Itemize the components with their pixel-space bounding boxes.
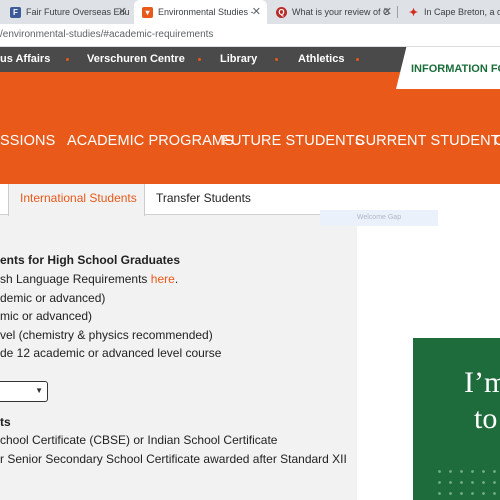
utility-link-library[interactable]: Library (220, 53, 257, 65)
tab-title: What is your review of C (292, 7, 390, 17)
site-favicon-icon: ▾ (142, 6, 153, 18)
requirement-line: vel (chemistry & physics recommended) (0, 328, 213, 342)
separator-dot (356, 58, 359, 61)
dot-pattern-decoration (434, 466, 500, 500)
site-favicon-icon: F (10, 6, 21, 18)
tab-label: International Students (20, 191, 137, 205)
nav-current-students[interactable]: CURRENT STUDENTS (355, 133, 500, 149)
promo-line-1: I’m (464, 366, 500, 399)
english-requirements-line: sh Language Requirements here. (0, 272, 178, 286)
english-requirements-text: sh Language Requirements (0, 272, 151, 286)
requirement-line: chool Certificate (CBSE) or Indian Schoo… (0, 433, 278, 447)
section-heading: ts (0, 415, 11, 429)
tab-separator (397, 6, 398, 18)
faded-overlay-text: Welcome Gap (320, 210, 438, 226)
browser-tab-quora[interactable]: Q What is your review of C ✕ (268, 0, 398, 24)
nav-future-students[interactable]: FUTURE STUDENTS (222, 133, 364, 149)
chevron-down-icon: ▼ (35, 386, 43, 395)
information-for-label: INFORMATION FOR (411, 63, 500, 75)
close-icon[interactable]: ✕ (252, 5, 261, 18)
nav-academic-programs[interactable]: ACADEMIC PROGRAMS (67, 133, 234, 149)
quora-icon: Q (276, 6, 287, 18)
tab-international-students[interactable]: International Students (8, 184, 145, 216)
tab-transfer-students[interactable]: Transfer Students (156, 191, 251, 205)
close-icon[interactable]: ✕ (118, 5, 127, 18)
requirement-line: demic or advanced) (0, 291, 106, 305)
browser-tab-cape-breton[interactable]: ✦ In Cape Breton, a d (400, 0, 500, 24)
address-bar[interactable]: /environmental-studies/#academic-require… (0, 24, 500, 47)
requirement-line: de 12 academic or advanced level course (0, 346, 222, 360)
requirement-line: mic or advanced) (0, 309, 93, 323)
country-select[interactable]: ▼ (0, 381, 48, 402)
browser-tab-fair-future[interactable]: F Fair Future Overseas Edu ✕ (0, 0, 133, 24)
period-text: . (174, 272, 179, 286)
english-requirements-link[interactable]: here (151, 272, 175, 286)
requirement-line: r Senior Secondary School Certificate aw… (0, 452, 347, 466)
browser-tab-environmental[interactable]: ▾ Environmental Studies - ✕ (134, 0, 267, 24)
close-icon[interactable]: ✕ (383, 5, 392, 18)
utility-link-verschuren[interactable]: Verschuren Centre (87, 53, 185, 65)
nav-more[interactable]: C (494, 133, 500, 149)
utility-link-athletics[interactable]: Athletics (298, 53, 344, 65)
url-text: /environmental-studies/#academic-require… (0, 29, 214, 40)
tab-title: In Cape Breton, a d (424, 7, 500, 17)
promo-line-2: to (474, 402, 498, 435)
separator-dot (275, 58, 278, 61)
separator-dot (66, 58, 69, 61)
information-for-menu[interactable]: INFORMATION FOR (396, 47, 500, 89)
tab-title: Environmental Studies - (158, 7, 254, 17)
browser-tab-bar: F Fair Future Overseas Edu ✕ ▾ Environme… (0, 0, 500, 24)
maple-leaf-icon: ✦ (408, 6, 419, 19)
separator-dot (198, 58, 201, 61)
utility-link-affairs[interactable]: us Affairs (0, 53, 50, 65)
tab-title: Fair Future Overseas Edu (26, 7, 130, 17)
requirements-heading: ents for High School Graduates (0, 253, 181, 267)
nav-admissions[interactable]: SSIONS (0, 133, 55, 149)
